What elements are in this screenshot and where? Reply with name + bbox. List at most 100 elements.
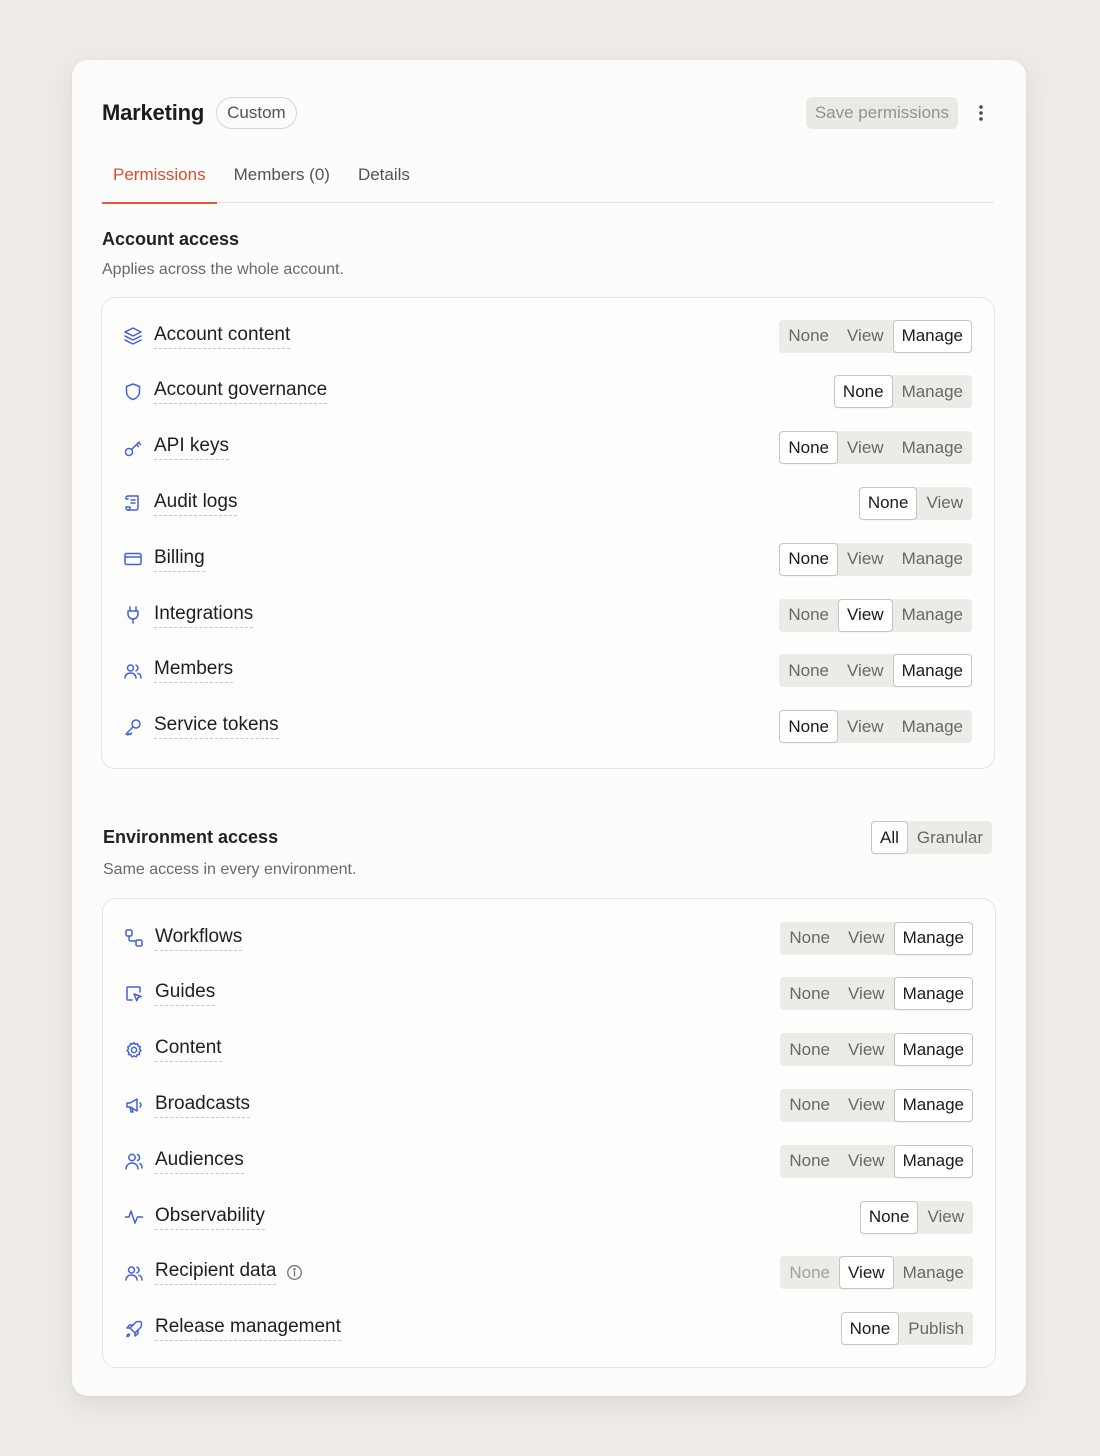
mode-option-all[interactable]: All [871,821,908,854]
permission-level-segmented: None View Manage [779,542,972,576]
option-view[interactable]: View [838,543,893,576]
permission-level-segmented: None View Manage [780,1256,973,1290]
layers-icon [122,325,144,347]
permission-level-segmented: None View Manage [780,1088,973,1122]
option-manage[interactable]: Manage [892,654,972,688]
permission-row-content: Content None View Manage [123,1032,973,1068]
option-manage[interactable]: Manage [893,543,972,576]
option-none[interactable]: None [858,486,918,520]
permission-level-segmented: None View Manage [780,921,973,955]
option-view[interactable]: View [838,710,893,743]
option-none[interactable]: None [780,977,839,1010]
permission-row-service-tokens: Service tokens None View Manage [122,709,972,745]
permission-label: Workflows [155,926,243,951]
users-icon [123,1262,145,1284]
option-none[interactable]: None [859,1200,919,1234]
info-icon[interactable] [286,1264,303,1281]
permission-label: Guides [155,981,216,1007]
option-view[interactable]: View [839,977,894,1010]
role-title: Marketing [102,100,205,125]
tab-bar: Permissions Members (0) Details [102,158,994,204]
permission-label: Content [155,1037,222,1063]
option-manage[interactable]: Manage [893,977,973,1011]
option-none: None [789,1262,831,1282]
tab-permissions[interactable]: Permissions [102,158,217,204]
option-manage[interactable]: Manage [893,921,973,955]
account-access-list: Account content None View Manage Account gov… [101,297,995,769]
option-none[interactable]: None [779,431,839,465]
option-view[interactable]: View [917,487,972,520]
tab-details[interactable]: Details [347,158,421,203]
permission-level-segmented: None View Manage [779,319,972,353]
permission-level-segmented: None View Manage [779,431,972,465]
account-access-title: Account access [102,229,240,249]
scroll-icon [122,492,144,514]
option-view[interactable]: View [838,654,893,687]
environment-access-title: Environment access [103,827,279,847]
option-none[interactable]: None [779,710,839,744]
rocket-icon [123,1318,145,1340]
option-view[interactable]: View [838,598,893,632]
permission-label: Billing [154,547,205,572]
option-manage[interactable]: Manage [892,319,972,353]
option-manage[interactable]: Manage [893,710,972,743]
role-type-badge: Custom [216,97,297,129]
option-manage[interactable]: Manage [893,1144,973,1178]
shield-icon [122,381,144,403]
megaphone-icon [123,1094,145,1116]
option-none[interactable]: None [779,320,838,353]
option-view[interactable]: View [839,1256,894,1290]
option-manage[interactable]: Manage [893,1033,973,1067]
permission-row-observability: Observability None View [123,1199,973,1235]
option-view[interactable]: View [918,1201,973,1234]
permission-label: Account governance [154,379,328,405]
option-view[interactable]: View [838,431,893,464]
option-view[interactable]: View [839,1033,894,1066]
permission-level-segmented: None View [859,1200,973,1234]
permission-label: API keys [154,435,229,461]
option-none[interactable]: None [840,1312,900,1346]
more-vertical-icon[interactable] [968,97,994,129]
option-manage[interactable]: Manage [894,1256,973,1289]
environment-mode-segmented: All Granular [871,821,993,854]
card-header: Marketing Custom Save permissions [102,97,994,129]
user-group-icon [123,1150,145,1172]
option-none[interactable]: None [780,1033,839,1066]
permission-row-audit-logs: Audit logs None View [122,485,972,521]
plug-icon [122,604,144,626]
option-none[interactable]: None [779,542,839,576]
option-manage[interactable]: Manage [893,599,972,632]
tab-members[interactable]: Members (0) [223,158,341,203]
option-none[interactable]: None [780,1145,839,1178]
permission-label: Broadcasts [155,1093,251,1118]
option-view[interactable]: View [839,1089,894,1122]
option-view[interactable]: View [839,922,894,955]
permission-level-segmented: None View Manage [779,654,972,688]
permission-row-account-content: Account content None View Manage [122,318,972,354]
permission-row-members: Members None View Manage [122,653,972,689]
permission-row-account-governance: Account governance None Manage [122,374,972,410]
option-none[interactable]: None [833,375,893,409]
permission-row-workflows: Workflows None View Manage [123,920,973,956]
option-none[interactable]: None [779,599,838,632]
option-publish[interactable]: Publish [899,1312,973,1345]
permission-level-segmented: None View [858,486,972,520]
role-card: Marketing Custom Save permissions Permis… [72,60,1026,1396]
mode-option-granular[interactable]: Granular [908,821,992,854]
permission-row-guides: Guides None View Manage [123,976,973,1012]
option-manage[interactable]: Manage [893,375,972,408]
option-none[interactable]: None [779,654,838,687]
option-view[interactable]: View [839,1145,894,1178]
option-manage[interactable]: Manage [893,1088,973,1122]
option-manage[interactable]: Manage [893,431,972,464]
save-permissions-button[interactable]: Save permissions [805,97,958,129]
option-none[interactable]: None [780,1089,839,1122]
permission-row-broadcasts: Broadcasts None View Manage [123,1087,973,1123]
permission-label: Audiences [155,1149,244,1174]
permission-label: Account content [154,324,291,349]
option-none[interactable]: None [780,922,839,955]
permission-level-segmented: None Manage [833,375,972,409]
wrench-key-icon [122,716,144,738]
permission-level-segmented: None Publish [840,1312,973,1346]
option-view[interactable]: View [838,320,893,353]
